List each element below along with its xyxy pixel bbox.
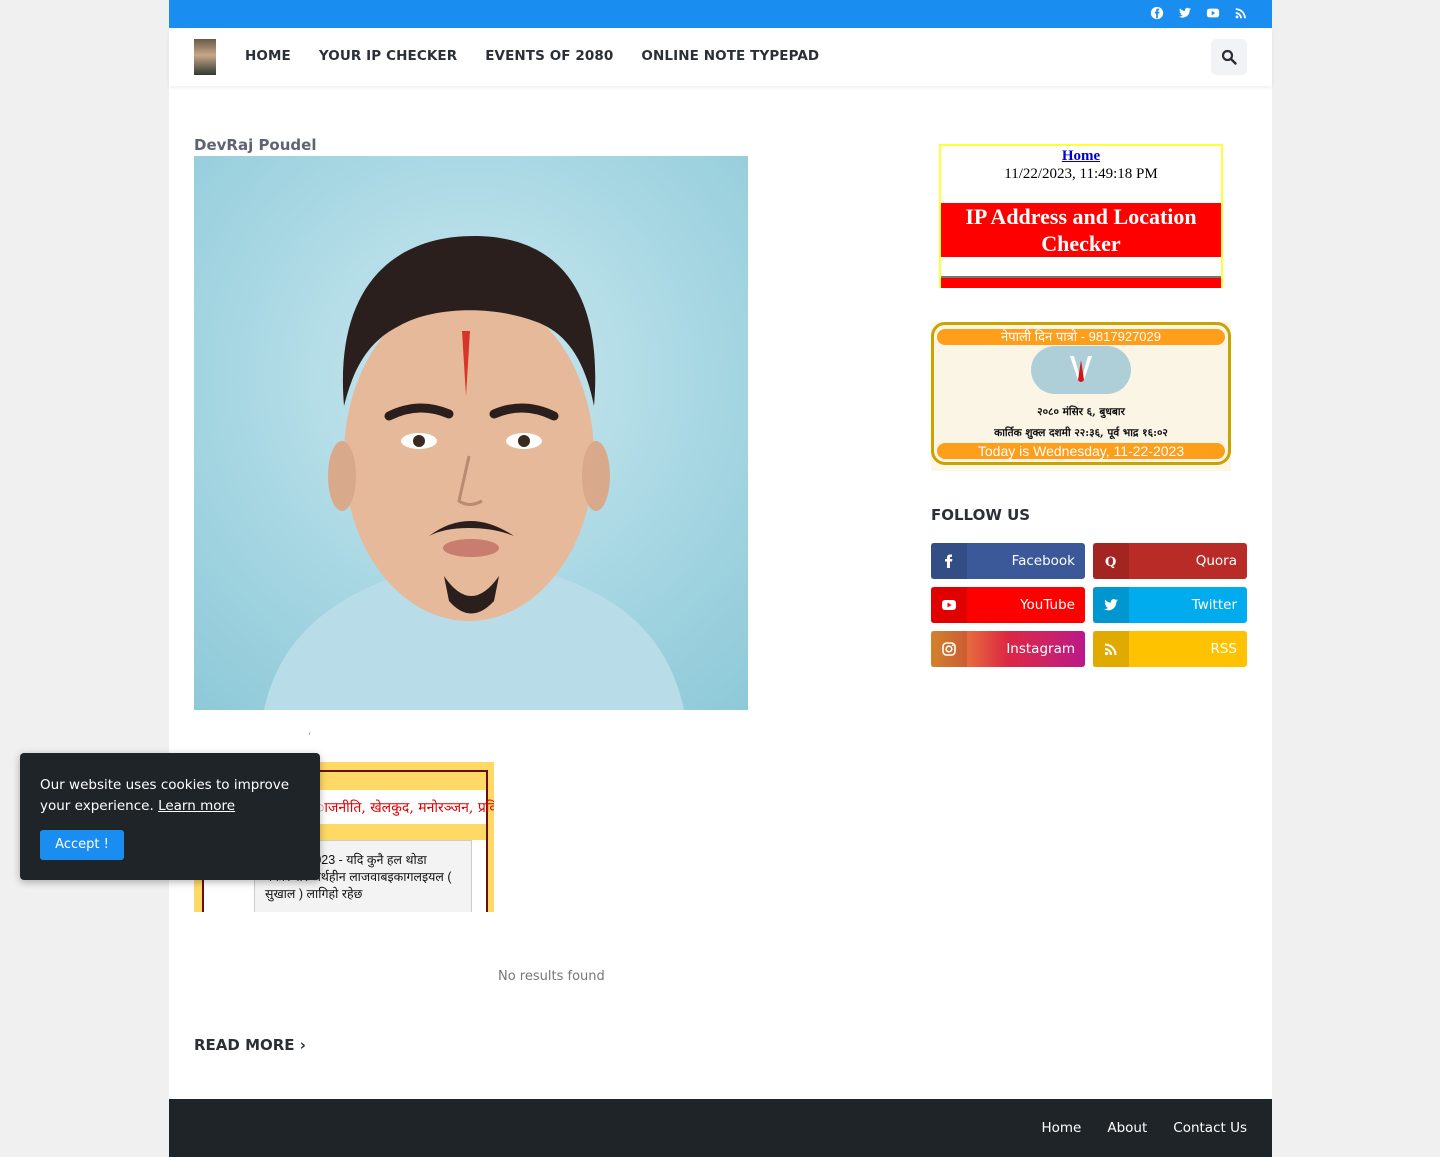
- follow-youtube-label: YouTube: [1020, 597, 1075, 613]
- post-author[interactable]: DevRaj Poudel: [194, 136, 316, 154]
- follow-facebook-button[interactable]: Facebook: [931, 543, 1085, 579]
- ip-widget-datetime: 11/22/2023, 11:49:18 PM: [1004, 166, 1158, 182]
- calendar-top-bar[interactable]: नेपाली दिन पात्रो - 9817927029: [937, 329, 1225, 345]
- quora-icon: Q: [1093, 543, 1129, 579]
- rss-icon[interactable]: [1234, 6, 1248, 20]
- site-footer: Home About Contact Us: [169, 1099, 1272, 1157]
- read-more-label: READ MORE: [194, 1036, 295, 1054]
- no-results-text: No results found: [498, 969, 605, 984]
- page: HOME YOUR IP CHECKER EVENTS OF 2080 ONLI…: [169, 0, 1272, 1157]
- instagram-icon: [931, 631, 967, 667]
- follow-facebook-label: Facebook: [1011, 553, 1075, 569]
- twitter-icon[interactable]: [1178, 6, 1192, 20]
- footer-link-home[interactable]: Home: [1041, 1120, 1081, 1136]
- cookie-message: Our website uses cookies to improve your…: [40, 775, 300, 817]
- read-more-link[interactable]: READ MORE ›: [194, 1036, 306, 1054]
- news-embed-headline[interactable]: ाजनीति, खेलकुद, मनोरञ्जन, प्रविधि, व्याप…: [316, 798, 494, 817]
- footer-link-contact[interactable]: Contact Us: [1173, 1120, 1247, 1136]
- calendar-tithi: कार्तिक शुक्ल दशमी २२:३६, पूर्व भाद्र १६…: [994, 427, 1168, 439]
- search-icon: [1221, 49, 1237, 65]
- facebook-icon: [931, 543, 967, 579]
- top-social-links: [1150, 6, 1248, 20]
- follow-quora-label: Quora: [1195, 553, 1237, 569]
- ip-widget-home-link[interactable]: Home: [941, 148, 1221, 165]
- site-header: HOME YOUR IP CHECKER EVENTS OF 2080 ONLI…: [169, 28, 1272, 86]
- chevron-right-icon: ›: [299, 1036, 306, 1054]
- follow-quora-button[interactable]: Q Quora: [1093, 543, 1247, 579]
- youtube-icon: [931, 587, 967, 623]
- twitter-icon: [1093, 587, 1129, 623]
- follow-rss-button[interactable]: RSS: [1093, 631, 1247, 667]
- author-photo: [194, 156, 748, 710]
- follow-youtube-button[interactable]: YouTube: [931, 587, 1085, 623]
- calendar-logo: [1031, 346, 1131, 394]
- calendar-frame: नेपाली दिन पात्रो - 9817927029 २०८० मंसि…: [931, 322, 1231, 465]
- follow-instagram-label: Instagram: [1006, 641, 1075, 657]
- footer-links: Home About Contact Us: [1041, 1120, 1247, 1136]
- post-separator: ,: [308, 726, 312, 737]
- follow-twitter-label: Twitter: [1191, 597, 1237, 613]
- site-logo[interactable]: [194, 39, 216, 75]
- calendar-today-bar: Today is Wednesday, 11-22-2023: [937, 443, 1225, 459]
- svg-text:Q: Q: [1105, 555, 1116, 569]
- cookie-accept-button[interactable]: Accept !: [40, 830, 124, 860]
- cookie-learn-more-link[interactable]: Learn more: [158, 798, 235, 814]
- ip-widget-banner: [941, 278, 1221, 288]
- cookie-consent-popup: Our website uses cookies to improve your…: [20, 753, 320, 880]
- footer-link-about[interactable]: About: [1107, 1120, 1147, 1136]
- follow-instagram-button[interactable]: Instagram: [931, 631, 1085, 667]
- nav-home[interactable]: HOME: [245, 48, 291, 64]
- calendar-nepali-date: २०८० मंसिर ६, बुधबार: [1037, 406, 1125, 418]
- nav-ip-checker[interactable]: YOUR IP CHECKER: [319, 48, 457, 64]
- tilak-icon: [1070, 356, 1092, 382]
- facebook-icon[interactable]: [1150, 6, 1164, 20]
- nav-events-2080[interactable]: EVENTS OF 2080: [485, 48, 613, 64]
- follow-twitter-button[interactable]: Twitter: [1093, 587, 1247, 623]
- ip-checker-widget: Home 11/22/2023, 11:49:18 PM IP Address …: [939, 144, 1223, 288]
- nav-note-typepad[interactable]: ONLINE NOTE TYPEPAD: [641, 48, 819, 64]
- follow-us-title: FOLLOW US: [931, 506, 1031, 524]
- rss-icon: [1093, 631, 1129, 667]
- nepali-calendar-widget: नेपाली दिन पात्रो - 9817927029 २०८० मंसि…: [931, 322, 1231, 471]
- top-bar: [169, 0, 1272, 28]
- main-nav: HOME YOUR IP CHECKER EVENTS OF 2080 ONLI…: [245, 48, 819, 64]
- ip-widget-title: IP Address and Location Checker: [941, 203, 1221, 257]
- youtube-icon[interactable]: [1206, 6, 1220, 20]
- follow-rss-label: RSS: [1210, 641, 1237, 657]
- search-button[interactable]: [1211, 39, 1247, 75]
